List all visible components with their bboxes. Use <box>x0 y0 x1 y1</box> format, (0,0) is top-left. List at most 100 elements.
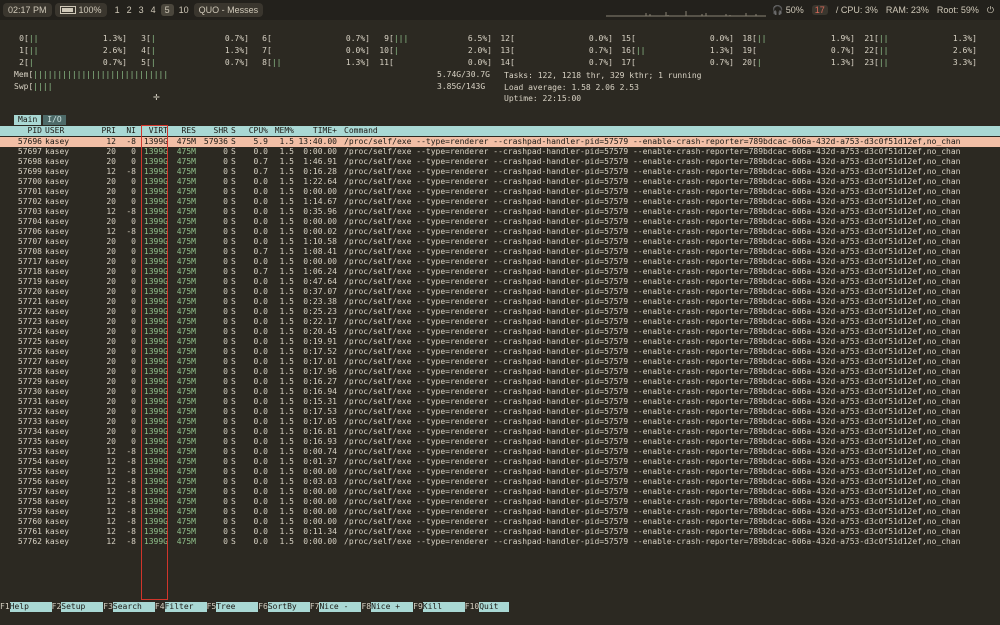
cell-res: 475M <box>176 397 196 406</box>
cell-pid: 57706 <box>17 227 42 236</box>
cell-cpu: 0.0 <box>253 407 268 416</box>
cell-time: 0:00.00 <box>303 537 337 546</box>
fkey-button-setup[interactable]: Setup <box>61 602 104 612</box>
col-cpu[interactable]: CPU% <box>249 126 268 136</box>
cell-pri: 20 <box>106 297 116 306</box>
cell-time: 0:25.23 <box>303 307 337 316</box>
fkey-button-filter[interactable]: Filter <box>164 602 207 612</box>
fkey-button-search[interactable]: Search <box>112 602 155 612</box>
cell-command: /proc/self/exe --type=renderer --crashpa… <box>344 317 961 326</box>
cell-pid: 57732 <box>17 407 42 416</box>
tab-io[interactable]: I/O <box>43 115 66 125</box>
col-state[interactable]: S <box>231 126 236 136</box>
cell-s: S <box>231 307 236 316</box>
cell-pid: 57728 <box>17 367 42 376</box>
cell-command: /proc/self/exe --type=renderer --crashpa… <box>344 267 961 276</box>
cell-res: 475M <box>176 277 196 286</box>
cell-mem: 1.5 <box>279 467 294 476</box>
cell-pri: 20 <box>106 317 116 326</box>
window-title[interactable]: QUO - Messes <box>193 3 264 17</box>
cell-time: 0:19.91 <box>303 337 337 346</box>
cell-shr: 0 <box>223 247 228 256</box>
cell-res: 475M <box>176 327 196 336</box>
cell-time: 0:22.17 <box>303 317 337 326</box>
tab-main[interactable]: Main <box>14 115 42 125</box>
cell-time: 0:16.27 <box>303 377 337 386</box>
cell-mem: 1.5 <box>279 137 294 146</box>
cell-time: 0:00.00 <box>303 187 337 196</box>
cell-pri: 12 <box>106 537 116 546</box>
fkey-button-nice[interactable]: Nice - <box>319 602 362 612</box>
cell-cpu: 0.7 <box>253 247 268 256</box>
cell-mem: 1.5 <box>279 237 294 246</box>
clock[interactable]: 02:17 PM <box>3 3 52 17</box>
cell-pid: 57704 <box>17 217 42 226</box>
cell-cpu: 0.7 <box>253 157 268 166</box>
col-time[interactable]: TIME+ <box>313 126 337 136</box>
cell-ni: -8 <box>126 497 136 506</box>
fkey-button-kill[interactable]: Kill <box>422 602 465 612</box>
workspace-4[interactable]: 4 <box>149 4 158 16</box>
col-ni[interactable]: NI <box>126 126 136 136</box>
cell-command: /proc/self/exe --type=renderer --crashpa… <box>344 537 961 546</box>
cell-user: kasey <box>45 387 70 396</box>
fkey-button-sortby[interactable]: SortBy <box>267 602 310 612</box>
cell-s: S <box>231 347 236 356</box>
power-icon[interactable]: ⏻ <box>987 5 994 16</box>
cpu-meter-13: 13[0.7%] <box>500 46 613 55</box>
workspace-5[interactable]: 5 <box>160 4 174 16</box>
cell-command: /proc/self/exe --type=renderer --crashpa… <box>344 367 961 376</box>
cell-s: S <box>231 377 236 386</box>
fkey-f3: F3 <box>103 602 113 611</box>
cell-pid: 57708 <box>17 247 42 256</box>
cell-time: 1:14.67 <box>303 197 337 206</box>
workspace-3[interactable]: 3 <box>137 4 146 16</box>
cell-ni: -8 <box>126 447 136 456</box>
col-mem[interactable]: MEM% <box>275 126 294 136</box>
cell-user: kasey <box>45 297 70 306</box>
cell-time: 13:40.00 <box>298 137 337 146</box>
fkey-button-help[interactable]: Help <box>9 602 52 612</box>
col-pid[interactable]: PID <box>28 126 42 136</box>
cell-s: S <box>231 177 236 186</box>
col-shr[interactable]: SHR <box>214 126 228 136</box>
volume-indicator[interactable]: 🎧 50% <box>772 5 804 16</box>
cell-cpu: 0.0 <box>253 417 268 426</box>
col-user[interactable]: USER <box>45 126 64 136</box>
cell-ni: 0 <box>131 197 136 206</box>
cell-res: 475M <box>176 207 196 216</box>
workspace-1[interactable]: 1 <box>113 4 122 16</box>
cell-shr: 0 <box>223 377 228 386</box>
cell-ni: 0 <box>131 267 136 276</box>
col-res[interactable]: RES <box>182 126 196 136</box>
cell-s: S <box>231 237 236 246</box>
cell-ni: 0 <box>131 317 136 326</box>
cell-res: 475M <box>176 287 196 296</box>
cell-user: kasey <box>45 427 70 436</box>
cell-user: kasey <box>45 507 70 516</box>
cell-res: 475M <box>176 257 196 266</box>
fkey-button-nice[interactable]: Nice + <box>371 602 414 612</box>
cell-user: kasey <box>45 377 70 386</box>
cell-user: kasey <box>45 207 70 216</box>
uptime-line: Uptime: 22:15:00 <box>504 94 582 103</box>
cell-mem: 1.5 <box>279 367 294 376</box>
col-command[interactable]: Command <box>344 126 378 136</box>
fkey-button-tree[interactable]: Tree <box>216 602 259 612</box>
cell-ni: 0 <box>131 147 136 156</box>
cell-ni: 0 <box>131 407 136 416</box>
cell-ni: 0 <box>131 377 136 386</box>
cell-ni: 0 <box>131 357 136 366</box>
workspace-10[interactable]: 10 <box>177 4 191 16</box>
cell-ni: 0 <box>131 257 136 266</box>
fkey-button-quit[interactable]: Quit <box>479 602 510 612</box>
cell-cpu: 0.0 <box>253 447 268 456</box>
cell-time: 0:00.00 <box>303 497 337 506</box>
cell-s: S <box>231 337 236 346</box>
workspace-2[interactable]: 2 <box>125 4 134 16</box>
battery-indicator[interactable]: 100% <box>54 3 107 17</box>
cell-mem: 1.5 <box>279 287 294 296</box>
col-pri[interactable]: PRI <box>102 126 116 136</box>
fkey-f2: F2 <box>51 602 62 611</box>
fkey-f6: F6 <box>258 602 268 611</box>
